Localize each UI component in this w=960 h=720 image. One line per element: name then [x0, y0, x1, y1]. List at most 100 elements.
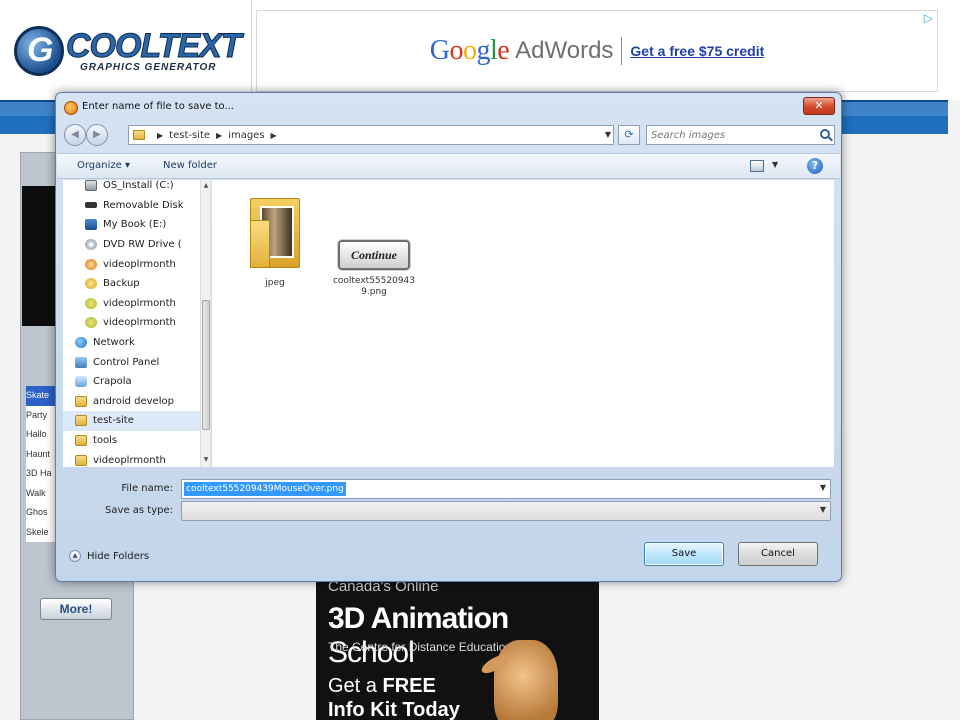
- dialog-toolbar: Organize ▾ New folder ▼ ?: [57, 153, 840, 179]
- file-item-cooltext-png[interactable]: Continue cooltext55520943 9.png: [329, 220, 419, 298]
- backup-disc-icon: [85, 278, 97, 290]
- disc-icon: [85, 258, 97, 270]
- chevron-down-icon[interactable]: ▼: [820, 483, 826, 492]
- logo-subtitle: GRAPHICS GENERATOR: [80, 61, 217, 73]
- sidebar-item-network[interactable]: Network: [75, 333, 210, 353]
- breadcrumb-item[interactable]: test-site: [169, 130, 210, 141]
- sidebar-item-videoplrmonth[interactable]: videoplrmonth: [75, 450, 210, 467]
- scroll-up-icon[interactable]: ▲: [202, 182, 210, 189]
- search-input[interactable]: [651, 128, 811, 142]
- sidebar-item-os-install[interactable]: OS_Install (C:): [85, 180, 210, 196]
- file-list: jpeg Continue cooltext55520943 9.png: [212, 180, 834, 467]
- hard-drive-icon: [85, 180, 97, 192]
- sidebar-item-crapola[interactable]: Crapola: [75, 372, 210, 392]
- breadcrumb-item[interactable]: images: [228, 130, 264, 141]
- scroll-down-icon[interactable]: ▼: [202, 456, 210, 463]
- sidebar-item-dvd-drive[interactable]: DVD RW Drive (: [85, 235, 210, 255]
- recycle-bin-icon: [75, 376, 87, 388]
- network-icon: [75, 337, 87, 349]
- disc-icon: [85, 297, 97, 309]
- save-button[interactable]: Save: [644, 542, 724, 566]
- folder-icon: [75, 435, 87, 447]
- ad-credit-link[interactable]: Get a free $75 credit: [630, 43, 764, 59]
- save-type-select[interactable]: ▼: [181, 501, 831, 521]
- view-options-icon[interactable]: [750, 160, 764, 172]
- cooltext-logo-icon: [14, 26, 64, 76]
- ad-title: 3D Animation School: [328, 602, 509, 669]
- sidebar-item-test-site[interactable]: test-site: [63, 411, 200, 431]
- cancel-button[interactable]: Cancel: [738, 542, 818, 566]
- file-name-label: jpeg: [265, 278, 285, 288]
- ad-divider: [621, 37, 623, 65]
- sidebar-item-videoplrmonth[interactable]: videoplrmonth: [85, 313, 210, 333]
- file-name-input[interactable]: cooltext555209439MouseOver.png ▼: [181, 479, 831, 499]
- animation-school-ad[interactable]: Canada's Online 3D Animation School The …: [316, 576, 599, 720]
- folder-icon: [244, 188, 306, 272]
- dialog-titlebar[interactable]: Enter name of file to save to... ✕: [56, 93, 841, 121]
- sidebar-item-tools[interactable]: tools: [75, 431, 210, 451]
- control-panel-icon: [75, 356, 87, 368]
- address-bar[interactable]: ▶ test-site ▶ images ▶: [128, 125, 614, 145]
- folder-icon: [75, 415, 87, 427]
- sidebar-item-my-book[interactable]: My Book (E:): [85, 215, 210, 235]
- sidebar-item-removable-disk[interactable]: Removable Disk: [85, 196, 210, 216]
- dialog-title: Enter name of file to save to...: [82, 101, 234, 112]
- firefox-icon: [64, 101, 78, 115]
- site-header: COOLTEXT GRAPHICS GENERATOR Google AdWor…: [0, 0, 960, 100]
- address-row: ◀ ▶ ▶ test-site ▶ images ▶ ▼ ⟳: [62, 123, 835, 147]
- organize-menu[interactable]: Organize ▾: [77, 160, 130, 171]
- usb-drive-icon: [85, 202, 97, 209]
- nav-scrollbar[interactable]: ▲ ▼: [200, 180, 210, 467]
- dialog-bottom-bar: ▲ Hide Folders Save Cancel: [57, 533, 840, 581]
- dvd-drive-icon: [85, 239, 97, 251]
- sidebar-item-videoplrmonth[interactable]: videoplrmonth: [85, 254, 210, 274]
- search-icon[interactable]: [820, 129, 830, 139]
- view-dropdown-icon[interactable]: ▼: [772, 160, 778, 169]
- chevron-down-icon[interactable]: ▼: [820, 505, 826, 514]
- file-name-label: File name:: [121, 483, 173, 494]
- logo-title: COOLTEXT: [66, 26, 243, 65]
- search-box: [646, 125, 835, 145]
- hide-folders-toggle[interactable]: ▲ Hide Folders: [69, 550, 149, 562]
- ad-subtitle: The Centre for Distance Education: [328, 640, 513, 654]
- save-form: File name: cooltext555209439MouseOver.pn…: [57, 471, 840, 541]
- sidebar-item-control-panel[interactable]: Control Panel: [75, 352, 210, 372]
- elf-character-image: [494, 640, 558, 720]
- close-button[interactable]: ✕: [803, 97, 835, 115]
- save-type-label: Save as type:: [105, 505, 173, 516]
- scroll-thumb[interactable]: [202, 300, 210, 430]
- chevron-right-icon[interactable]: ▶: [157, 131, 163, 140]
- image-thumbnail: Continue: [338, 240, 410, 270]
- ad-choices-icon[interactable]: ▷: [924, 11, 933, 25]
- refresh-button[interactable]: ⟳: [618, 125, 640, 145]
- ad-cta: Get a FREE Info Kit Today: [328, 675, 460, 720]
- logo-frame: COOLTEXT GRAPHICS GENERATOR: [0, 0, 252, 100]
- new-folder-button[interactable]: New folder: [163, 160, 217, 171]
- back-button[interactable]: ◀: [64, 124, 86, 146]
- navigation-pane: OS_Install (C:) Removable Disk My Book (…: [63, 180, 211, 467]
- forward-button[interactable]: ▶: [86, 124, 108, 146]
- file-name-label: cooltext55520943 9.png: [332, 276, 416, 297]
- sidebar-item-android-develop[interactable]: android develop: [75, 392, 210, 412]
- ad-product: AdWords: [515, 37, 614, 64]
- hide-folders-label: Hide Folders: [87, 550, 150, 562]
- save-file-dialog: Enter name of file to save to... ✕ ◀ ▶ ▶…: [55, 92, 842, 582]
- more-button[interactable]: More!: [40, 598, 112, 620]
- cooltext-logo[interactable]: COOLTEXT GRAPHICS GENERATOR: [14, 26, 243, 76]
- help-icon[interactable]: ?: [807, 158, 823, 174]
- sidebar-item-backup[interactable]: Backup: [85, 274, 210, 294]
- file-name-value[interactable]: cooltext555209439MouseOver.png: [184, 482, 346, 496]
- chevron-right-icon[interactable]: ▶: [216, 131, 222, 140]
- address-dropdown-icon[interactable]: ▼: [602, 125, 614, 145]
- file-item-jpeg-folder[interactable]: jpeg: [230, 188, 320, 289]
- external-drive-icon: [85, 219, 97, 231]
- disc-icon: [85, 317, 97, 329]
- sidebar-item-videoplrmonth[interactable]: videoplrmonth: [85, 294, 210, 314]
- folder-icon: [133, 130, 145, 140]
- chevron-right-icon[interactable]: ▶: [271, 131, 277, 140]
- chevron-up-icon: ▲: [69, 550, 81, 562]
- folder-icon: [75, 454, 87, 466]
- google-logo: Google: [429, 35, 510, 66]
- adwords-banner[interactable]: Google AdWords Get a free $75 credit ▷: [256, 10, 938, 92]
- folder-icon: [75, 395, 87, 407]
